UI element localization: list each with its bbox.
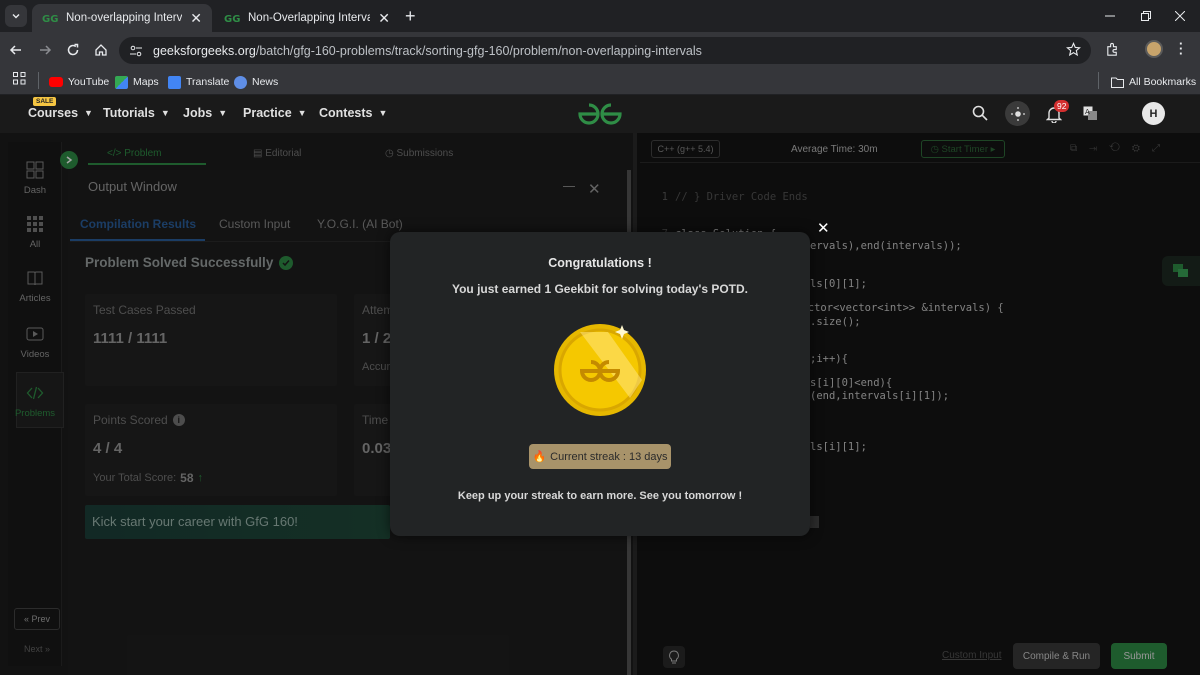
gfg-logo[interactable] bbox=[576, 101, 624, 127]
close-window-button[interactable] bbox=[1160, 0, 1200, 32]
sale-badge: SALE bbox=[33, 97, 57, 106]
nav-label: Contests bbox=[319, 106, 373, 120]
news-icon bbox=[234, 75, 247, 89]
youtube-icon bbox=[49, 77, 63, 87]
user-avatar[interactable]: H bbox=[1142, 102, 1165, 125]
browser-tab[interactable]: GG Non-Overlapping Intervals - Ge ✕ bbox=[214, 4, 400, 32]
notification-count-badge: 92 bbox=[1054, 100, 1070, 112]
url-text: geeksforgeeks.org/batch/gfg-160-problems… bbox=[153, 44, 702, 58]
maps-icon bbox=[115, 75, 128, 89]
back-button[interactable] bbox=[4, 38, 28, 62]
svg-text:GG: GG bbox=[224, 14, 240, 23]
svg-text:GG: GG bbox=[42, 14, 58, 23]
bookmark-label: Translate bbox=[186, 76, 230, 88]
folder-icon bbox=[1111, 77, 1124, 88]
forward-button[interactable] bbox=[33, 38, 57, 62]
modal-footer-text: Keep up your streak to earn more. See yo… bbox=[457, 490, 743, 502]
nav-courses[interactable]: Courses ▼ bbox=[28, 106, 93, 120]
close-icon bbox=[1175, 11, 1185, 21]
bookmark-news[interactable]: News bbox=[234, 72, 278, 92]
arrow-right-icon bbox=[40, 45, 52, 55]
modal-title: Congratulations ! bbox=[548, 256, 652, 270]
geekbit-coin-icon bbox=[552, 322, 648, 418]
bookmark-divider bbox=[1098, 72, 1099, 89]
current-streak-badge: 🔥 Current streak : 13 days bbox=[529, 444, 671, 469]
nav-label: Courses bbox=[28, 106, 79, 120]
tab-title: Non-overlapping Intervals | Pra bbox=[66, 12, 183, 24]
gfg-favicon-icon: GG bbox=[224, 10, 240, 26]
theme-toggle-button[interactable] bbox=[1005, 101, 1030, 126]
chevron-down-icon: ▼ bbox=[84, 108, 93, 118]
url-host: geeksforgeeks.org bbox=[153, 43, 256, 58]
nav-jobs[interactable]: Jobs ▼ bbox=[183, 106, 227, 120]
tab-close-icon[interactable]: ✕ bbox=[190, 10, 202, 27]
arrow-left-icon bbox=[9, 45, 21, 55]
nav-label: Tutorials bbox=[103, 106, 155, 120]
nav-label: Jobs bbox=[183, 106, 213, 120]
translate-icon[interactable]: A bbox=[1083, 106, 1098, 121]
minimize-button[interactable] bbox=[1090, 0, 1130, 32]
bookmark-label: Maps bbox=[133, 76, 159, 88]
home-button[interactable] bbox=[89, 38, 113, 62]
nav-practice[interactable]: Practice ▼ bbox=[243, 106, 307, 120]
nav-label: Practice bbox=[243, 106, 292, 120]
nav-tutorials[interactable]: Tutorials ▼ bbox=[103, 106, 170, 120]
home-icon bbox=[95, 44, 107, 56]
browser-menu-icon[interactable]: · · · bbox=[1179, 37, 1183, 60]
modal-subtitle: You just earned 1 Geekbit for solving to… bbox=[451, 282, 749, 296]
chevron-down-icon: ▼ bbox=[378, 108, 388, 118]
tab-search-button[interactable] bbox=[5, 5, 27, 27]
bookmark-divider bbox=[38, 72, 39, 89]
bookmark-star-icon[interactable] bbox=[1066, 42, 1081, 57]
bookmark-label: YouTube bbox=[68, 76, 110, 88]
tab-close-icon[interactable]: ✕ bbox=[378, 10, 390, 27]
bookmark-label: News bbox=[252, 76, 279, 88]
reload-icon bbox=[67, 43, 79, 56]
fire-icon: 🔥 bbox=[532, 451, 547, 463]
chevron-down-icon bbox=[12, 14, 20, 19]
profile-avatar[interactable] bbox=[1145, 40, 1163, 58]
sun-icon bbox=[1010, 106, 1025, 121]
all-bookmarks-label: All Bookmarks bbox=[1129, 76, 1197, 88]
minimize-icon bbox=[1105, 15, 1115, 17]
browser-tab-active[interactable]: GG Non-overlapping Intervals | Pra ✕ bbox=[32, 4, 212, 32]
chevron-down-icon: ▼ bbox=[218, 108, 228, 118]
bookmark-youtube[interactable]: YouTube bbox=[49, 72, 109, 92]
extensions-icon[interactable] bbox=[1105, 42, 1120, 57]
modal-close-icon[interactable]: ✕ bbox=[817, 219, 830, 237]
all-bookmarks[interactable]: All Bookmarks bbox=[1111, 72, 1196, 92]
new-tab-button[interactable]: + bbox=[405, 6, 416, 27]
site-info-icon[interactable] bbox=[129, 45, 143, 57]
url-path: /batch/gfg-160-problems/track/sorting-gf… bbox=[255, 43, 702, 58]
apps-grid-icon[interactable] bbox=[13, 72, 26, 85]
search-icon[interactable] bbox=[972, 105, 988, 121]
bookmark-maps[interactable]: Maps bbox=[115, 72, 159, 92]
chevron-down-icon: ▼ bbox=[160, 108, 170, 118]
tab-title: Non-Overlapping Intervals - Ge bbox=[248, 12, 371, 24]
gfg-favicon-icon: GG bbox=[42, 10, 58, 26]
bookmark-translate[interactable]: Translate bbox=[168, 72, 229, 92]
address-bar[interactable]: geeksforgeeks.org/batch/gfg-160-problems… bbox=[119, 37, 1091, 64]
reload-button[interactable] bbox=[61, 38, 85, 62]
restore-icon bbox=[1141, 11, 1151, 21]
streak-text: Current streak : 13 days bbox=[550, 450, 668, 463]
svg-text:A: A bbox=[1085, 108, 1090, 116]
nav-contests[interactable]: Contests ▼ bbox=[319, 106, 387, 120]
chevron-down-icon: ▼ bbox=[297, 108, 307, 118]
translate-icon bbox=[168, 75, 181, 89]
